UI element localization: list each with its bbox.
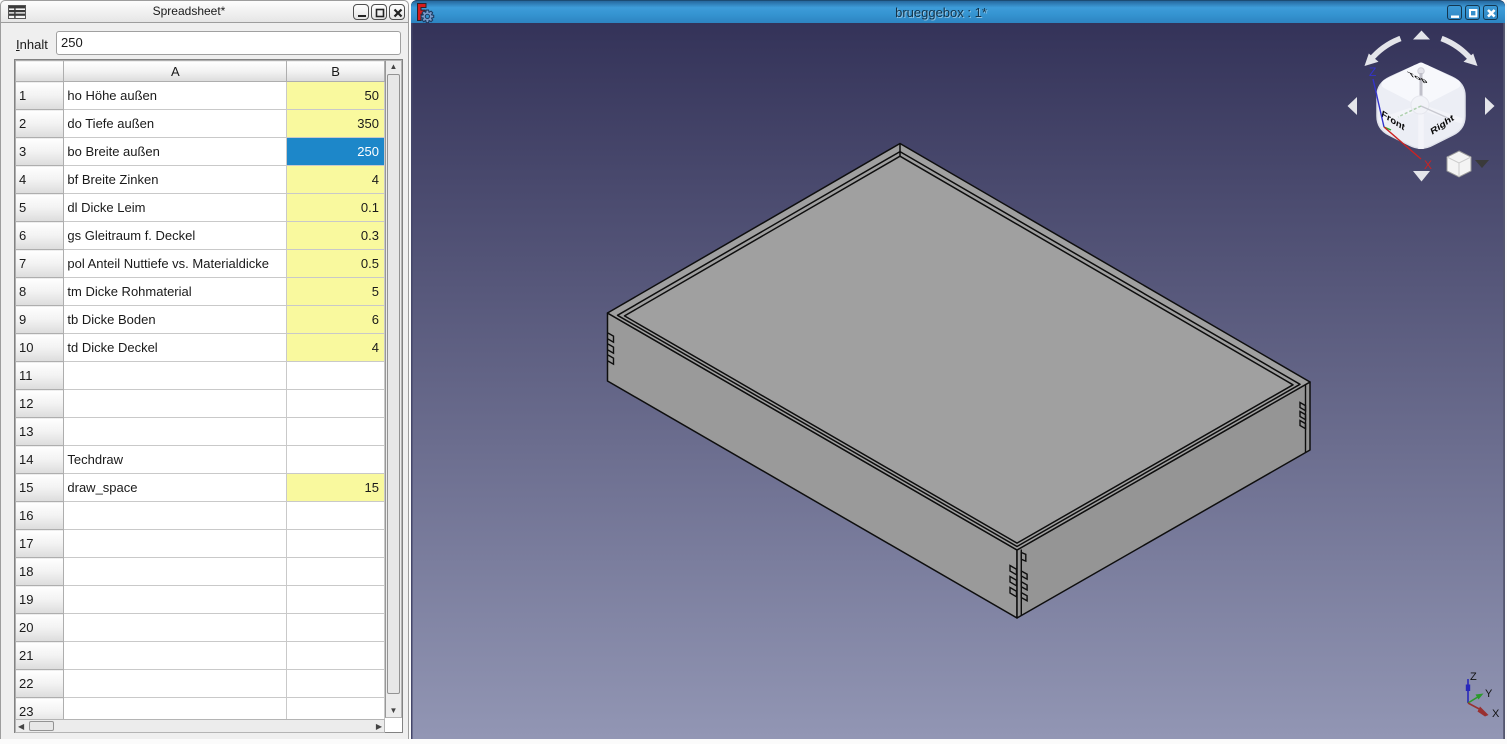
svg-text:Z: Z: [1470, 671, 1477, 683]
svg-text:X: X: [1424, 158, 1432, 172]
svg-text:Z: Z: [1369, 65, 1376, 79]
svg-text:Y: Y: [1485, 688, 1493, 700]
svg-text:X: X: [1492, 708, 1500, 720]
